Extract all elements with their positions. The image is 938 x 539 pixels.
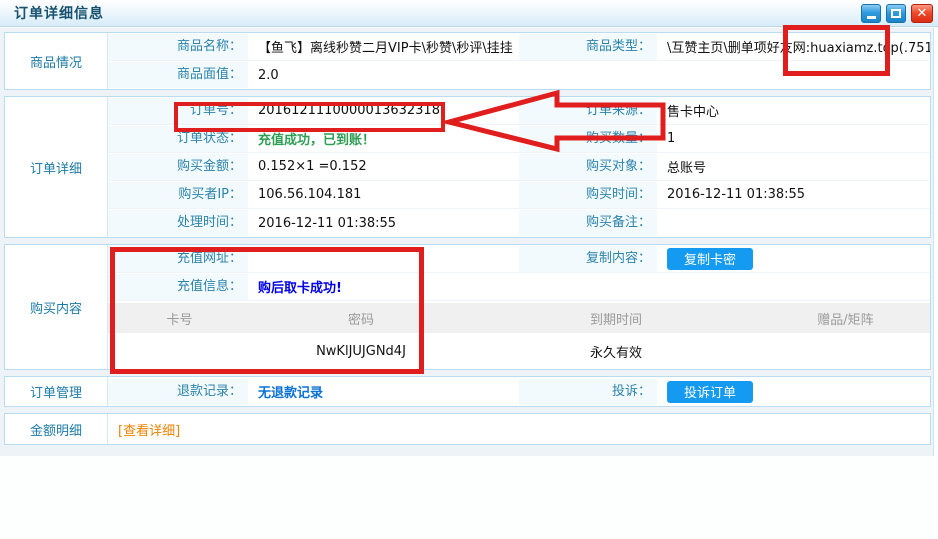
- buy-amount-value: 0.152×1 =0.152: [248, 159, 367, 174]
- product-type-label: 商品类型：: [519, 34, 657, 60]
- order-status-label: 订单状态：: [108, 126, 248, 152]
- complaint-label: 投诉：: [519, 379, 657, 405]
- section-amount-header: 金额明细: [5, 414, 108, 444]
- buyer-ip-label: 购买者IP：: [108, 182, 248, 208]
- product-type-value: \互赞主页\删单项好友网:huaxiamz.top(.7517: [657, 37, 930, 56]
- minimize-button[interactable]: [861, 4, 881, 23]
- section-order: 订单详细 订单号： 2016121110000013632318 订单来源： 售…: [4, 96, 931, 238]
- buy-remark-label: 购买备注：: [519, 210, 657, 236]
- recharge-info-label: 充值信息：: [108, 274, 248, 300]
- titlebar: 订单详细信息 ✕: [0, 0, 938, 27]
- window-title: 订单详细信息: [14, 3, 104, 23]
- recharge-info-value: 购后取卡成功!: [248, 277, 342, 296]
- dialog-body: 商品情况 商品名称： 【鱼飞】离线秒赞二月VIP卡\秒赞\秒评\挂挂 商品类型：…: [0, 28, 934, 456]
- card-password-value: NwKlJUJGNd4J: [251, 344, 471, 359]
- process-time-label: 处理时间：: [108, 210, 248, 236]
- buy-quantity-label: 购买数量：: [519, 126, 657, 152]
- close-icon: ✕: [917, 7, 928, 20]
- copy-content-label: 复制内容：: [519, 246, 657, 272]
- maximize-icon: [891, 9, 901, 18]
- card-table-header: 卡号 密码 到期时间 赠品/矩阵: [108, 303, 930, 333]
- product-face-value: 2.0: [248, 68, 279, 83]
- buy-time-value: 2016-12-11 01:38:55: [657, 187, 805, 202]
- order-number-value: 2016121110000013632318: [248, 103, 440, 118]
- refund-record-value: 无退款记录: [248, 382, 323, 401]
- buyer-ip-value: 106.56.104.181: [248, 187, 361, 202]
- card-gift-header: 赠品/矩阵: [761, 309, 930, 328]
- product-name-value: 【鱼飞】离线秒赞二月VIP卡\秒赞\秒评\挂挂: [248, 37, 513, 56]
- buy-target-label: 购买对象：: [519, 154, 657, 180]
- copy-card-button[interactable]: 复制卡密: [667, 248, 753, 270]
- card-table-row: NwKlJUJGNd4J 永久有效: [108, 333, 930, 369]
- view-detail-link[interactable]: [查看详细]: [108, 420, 180, 439]
- section-amount: 金额明细 [查看详细]: [4, 413, 931, 445]
- product-face-label: 商品面值：: [108, 62, 248, 88]
- buy-time-label: 购买时间：: [519, 182, 657, 208]
- order-source-label: 订单来源：: [519, 98, 657, 124]
- buy-quantity-value: 1: [657, 131, 675, 146]
- order-status-value: 充值成功，已到账！: [248, 129, 375, 148]
- close-button[interactable]: ✕: [911, 4, 933, 23]
- order-number-label: 订单号：: [108, 98, 248, 124]
- minimize-icon: [867, 16, 876, 19]
- section-content-header: 购买内容: [5, 245, 108, 369]
- window-controls: ✕: [861, 4, 933, 23]
- section-product-header: 商品情况: [5, 33, 108, 89]
- maximize-button[interactable]: [886, 4, 906, 23]
- refund-record-label: 退款记录：: [108, 379, 248, 405]
- section-order-header: 订单详细: [5, 97, 108, 237]
- card-expiry-value: 永久有效: [471, 342, 761, 361]
- complaint-order-button[interactable]: 投诉订单: [667, 381, 753, 403]
- process-time-value: 2016-12-11 01:38:55: [248, 216, 396, 231]
- order-source-value: 售卡中心: [657, 101, 719, 120]
- buy-amount-label: 购买金额：: [108, 154, 248, 180]
- card-expiry-header: 到期时间: [471, 309, 761, 328]
- section-manage: 订单管理 退款记录： 无退款记录 投诉： 投诉订单: [4, 376, 931, 407]
- section-content: 购买内容 充值网址： 复制内容： 复制卡密 充值信息： 购后取卡成功!: [4, 244, 931, 370]
- product-name-label: 商品名称：: [108, 34, 248, 60]
- recharge-url-label: 充值网址：: [108, 246, 248, 272]
- section-manage-header: 订单管理: [5, 377, 108, 406]
- card-number-header: 卡号: [108, 309, 251, 328]
- section-product: 商品情况 商品名称： 【鱼飞】离线秒赞二月VIP卡\秒赞\秒评\挂挂 商品类型：…: [4, 32, 931, 90]
- buy-target-value: 总账号: [657, 157, 706, 176]
- card-password-header: 密码: [251, 309, 471, 328]
